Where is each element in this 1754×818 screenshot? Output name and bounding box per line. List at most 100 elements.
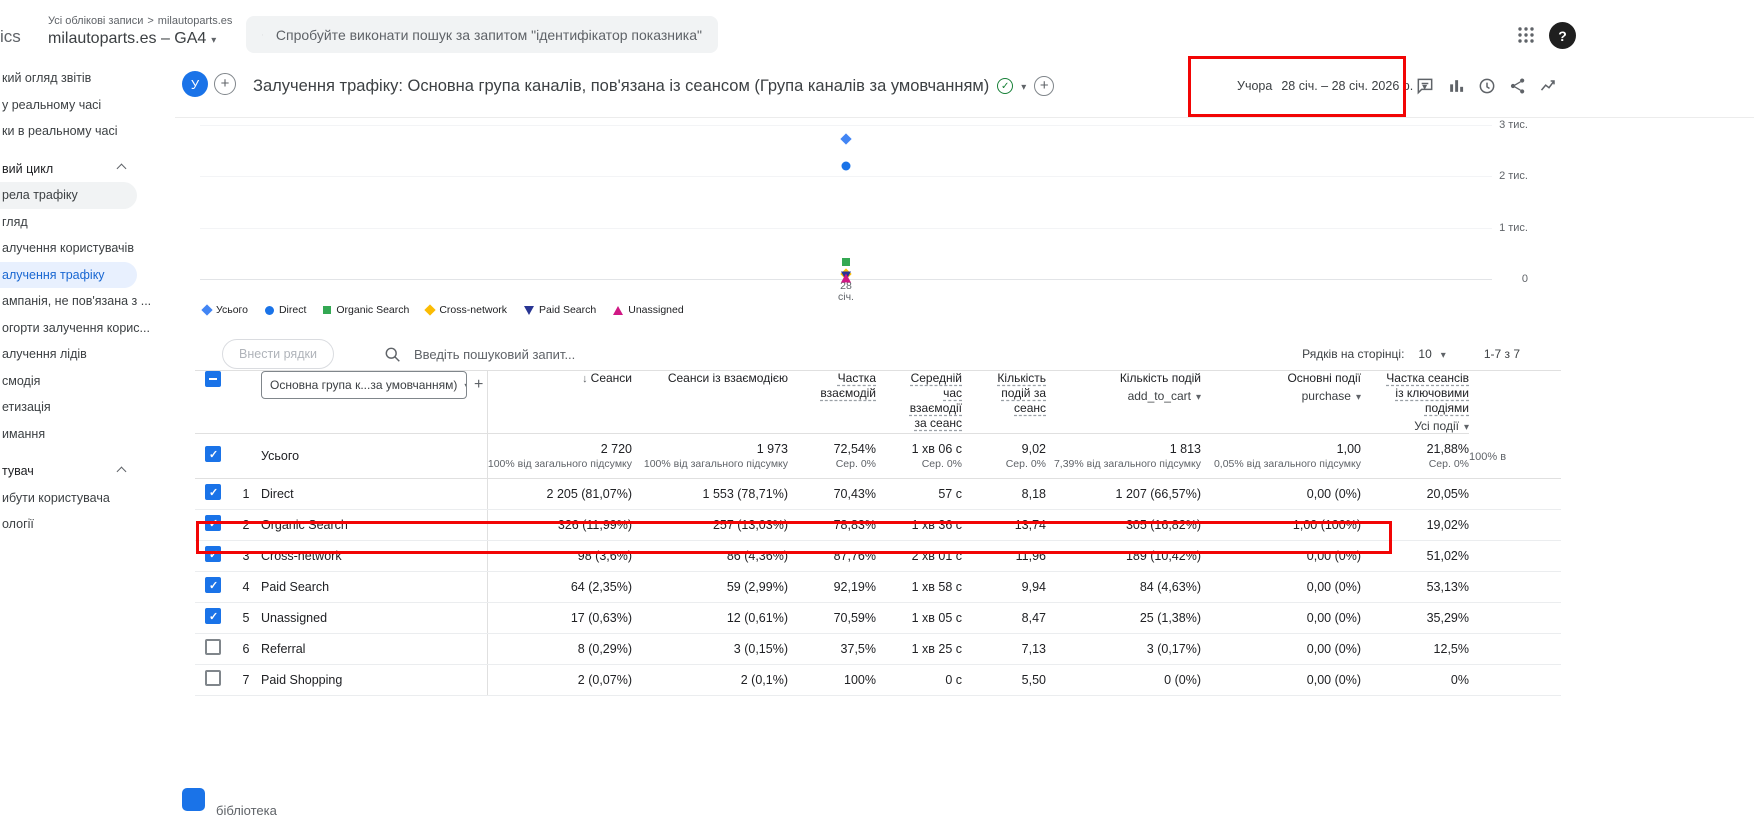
row-checkbox[interactable] [205,546,221,562]
totals-subtext: Сер. 0% [788,458,876,470]
sidebar-item[interactable]: алучення лідів [0,341,137,368]
channel-name: Unassigned [261,603,487,634]
metric-cell: 5,50 [962,665,1046,696]
data-point-direct[interactable] [842,161,851,170]
sidebar-item[interactable]: алучення трафіку [0,262,137,289]
metric-cell: 51,02% [1361,541,1469,572]
metric-selector[interactable]: add_to_cart [1046,389,1201,403]
sidebar-item[interactable]: огорти залучення корис... [0,315,137,342]
metric-cell: 0,00 (0%) [1201,572,1361,603]
data-point-усього[interactable] [840,134,851,145]
sidebar-item[interactable]: алучення користувачів [0,235,137,262]
feedback-icon[interactable] [1415,76,1435,96]
row-checkbox[interactable] [205,515,221,531]
date-range-picker[interactable]: Учора 28 січ. – 28 січ. 2026 р. [1237,64,1427,108]
sidebar-section[interactable]: вий цикл [0,156,175,183]
sidebar-item[interactable]: кий огляд звітів [0,65,137,92]
data-point-unassigned[interactable] [841,274,851,283]
legend-marker [425,304,436,315]
metric-cell: 12 (0,61%) [632,603,788,634]
column-header-line: подій за [962,386,1046,401]
rows-per-page-select[interactable]: 10 [1418,347,1445,361]
select-all-checkbox[interactable] [205,371,221,387]
table-search-input[interactable]: Введіть пошуковий запит... [384,346,575,363]
column-header[interactable]: Кількість подійadd_to_cart [1046,371,1201,434]
library-item[interactable]: бібліотека [182,788,277,818]
legend-item[interactable]: Cross-network [426,304,507,316]
apps-grid-icon[interactable] [1517,26,1535,44]
table-toolbar: Внести рядки Введіть пошуковий запит... … [195,336,1754,372]
legend-label: Cross-network [439,304,507,316]
sidebar-item[interactable]: имання [0,421,137,448]
sidebar-item[interactable]: смодія [0,368,137,395]
legend-item[interactable]: Paid Search [524,304,596,316]
avatar[interactable]: У [182,71,208,97]
table-row: 2Organic Search326 (11,99%)257 (13,03%)7… [195,510,1561,541]
sidebar-item[interactable]: етизація [0,394,137,421]
breadcrumb[interactable]: Усі облікові записи > milautoparts.es [48,15,232,27]
sidebar-item[interactable]: ології [0,511,137,538]
help-icon[interactable]: ? [1549,22,1576,49]
dimension-selector[interactable]: Основна група к...за умовчанням) [261,371,467,399]
metric-cell: 17 (0,63%) [487,603,632,634]
legend-item[interactable]: Усього [203,304,248,316]
y-axis-tick: 2 тис. [1455,170,1528,182]
gridline [200,125,1492,126]
row-checkbox[interactable] [205,670,221,686]
column-header[interactable]: Кількістьподій засеанс [962,371,1046,434]
insights-icon[interactable] [1477,76,1497,96]
metric-cell: 7,13 [962,634,1046,665]
y-axis-tick: 3 тис. [1455,119,1528,131]
row-checkbox[interactable] [205,608,221,624]
sidebar-item[interactable]: гляд [0,209,137,236]
add-comparison-icon[interactable] [214,73,236,95]
sidebar-item[interactable]: ибути користувача [0,485,137,512]
legend-item[interactable]: Organic Search [323,304,409,316]
metric-selector[interactable]: purchase [1201,389,1361,403]
trending-icon[interactable] [1539,76,1559,96]
breadcrumb-property[interactable]: milautoparts.es [158,15,233,27]
date-range-text: 28 січ. – 28 січ. 2026 р. [1281,79,1413,93]
sidebar-item-label: алучення трафіку [2,268,105,282]
edit-rows-button[interactable]: Внести рядки [222,339,334,369]
add-dimension-icon[interactable] [474,376,483,394]
row-checkbox[interactable] [205,577,221,593]
legend-item[interactable]: Unassigned [613,304,683,316]
column-header[interactable]: Середнійчасвзаємодіїза сеанс [876,371,962,434]
column-header[interactable]: Основні подіїpurchase [1201,371,1361,434]
column-header[interactable]: ↓Сеанси [487,371,632,434]
column-header[interactable]: Сеанси із взаємодією [632,371,788,434]
chevron-down-icon[interactable] [1021,77,1026,95]
column-header-line: подіями [1361,401,1469,416]
legend-item[interactable]: Direct [265,304,306,316]
sidebar-item-label: у реальному часі [2,98,101,112]
sidebar-item-label: ки в реальному часі [2,124,118,138]
property-selector[interactable]: milautoparts.es – GA4 [48,30,232,48]
row-checkbox[interactable] [205,446,221,462]
row-checkbox[interactable] [205,639,221,655]
totals-value: 1,00 [1201,442,1361,456]
row-checkbox[interactable] [205,484,221,500]
share-icon[interactable] [1508,76,1528,96]
sidebar-section[interactable]: тувач [0,458,175,485]
sidebar-item[interactable]: ампанія, не пов'язана з ... [0,288,137,315]
add-report-icon[interactable] [1034,76,1054,96]
sidebar-item[interactable]: у реальному часі [0,92,137,119]
column-header[interactable]: Часткавзаємодій [788,371,876,434]
metric-selector[interactable]: Усі події [1361,419,1469,433]
breadcrumb-account[interactable]: Усі облікові записи [48,15,143,27]
sidebar-item[interactable]: ки в реальному часі [0,118,137,145]
totals-cell: 1 8137,39% від загального підсумку [1046,434,1201,479]
data-point-organic-search[interactable] [842,258,850,266]
sidebar-item[interactable]: рела трафіку [0,182,137,209]
compare-bars-icon[interactable] [1446,76,1466,96]
sidebar-item-label: ампанія, не пов'язана з ... [2,294,151,308]
metric-cell: 8,47 [962,603,1046,634]
global-search-input[interactable]: Спробуйте виконати пошук за запитом "іде… [246,16,718,53]
data-quality-check-icon[interactable] [997,78,1013,94]
chevron-down-icon [1464,419,1469,433]
column-header[interactable]: Частка сеансівіз ключовимиподіямиУсі под… [1361,371,1469,434]
row-number: 4 [231,572,261,603]
row-number: 5 [231,603,261,634]
metric-cell: 98 (3,6%) [487,541,632,572]
